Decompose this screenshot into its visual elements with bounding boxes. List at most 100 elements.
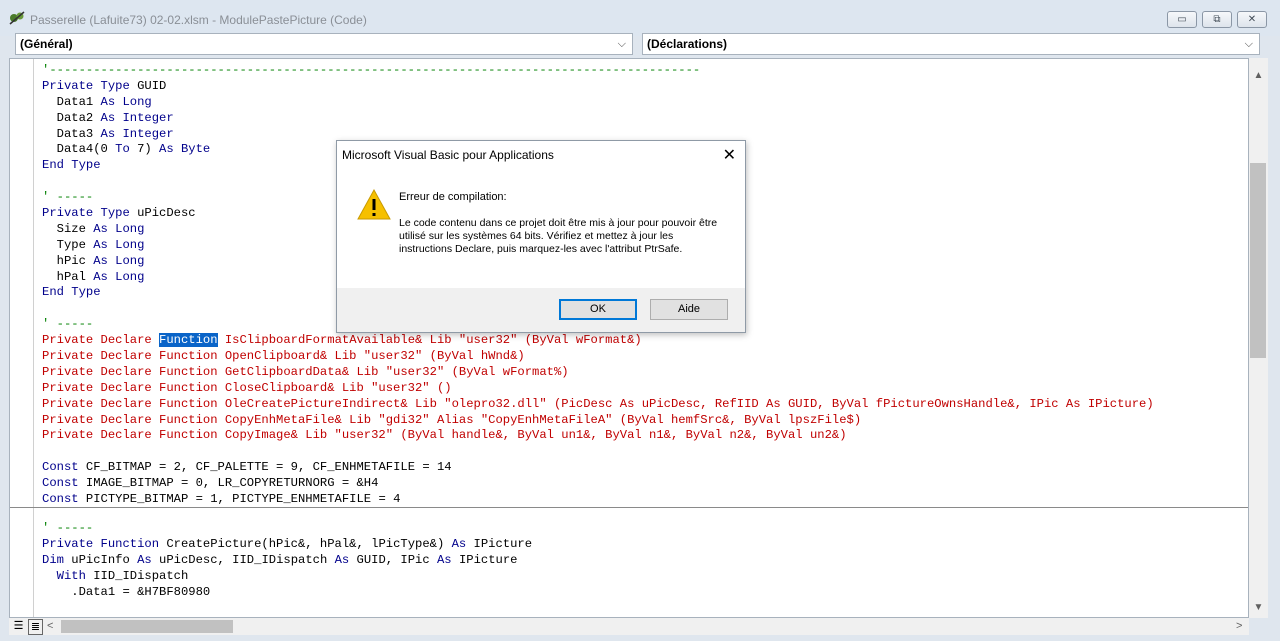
code-token: ' -----	[42, 521, 94, 535]
object-combo[interactable]: (Général) ⌵	[15, 33, 633, 55]
vertical-scroll-thumb[interactable]	[1250, 163, 1266, 358]
code-token: As Long	[93, 221, 145, 236]
code-token: CF_BITMAP = 2, CF_PALETTE = 9, CF_ENHMET…	[85, 460, 452, 475]
dialog-heading: Erreur de compilation:	[399, 191, 507, 203]
code-line[interactable]: Private Declare Function CopyImage& Lib …	[42, 428, 1154, 444]
full-module-view-icon[interactable]: ≣	[28, 619, 43, 635]
code-token: Size	[42, 221, 94, 236]
scroll-down-icon[interactable]: ▼	[1249, 600, 1268, 616]
code-token: PICTYPE_BITMAP = 1, PICTYPE_ENHMETAFILE …	[85, 492, 401, 507]
code-pane-bottom[interactable]: ' ----- Private Function CreatePicture(hP…	[42, 521, 532, 600]
warning-icon	[357, 189, 391, 220]
code-token: As	[436, 552, 459, 567]
code-line[interactable]: Private Function CreatePicture(hPic&, hP…	[42, 537, 532, 553]
code-token: As	[451, 536, 474, 551]
horizontal-scrollbar[interactable]: ☰ ≣ < >	[9, 618, 1249, 635]
code-line[interactable]: Dim uPicInfo As uPicDesc, IID_IDispatch …	[42, 553, 532, 569]
code-token: As Byte	[159, 142, 211, 157]
code-token: Data2	[42, 110, 101, 125]
code-token: Private Declare Function OpenClipboard& …	[42, 349, 525, 364]
code-token: As Integer	[100, 126, 174, 141]
ok-button[interactable]: OK	[559, 299, 637, 320]
code-token: Data4(0	[42, 142, 116, 157]
procedure-combo-value: (Déclarations)	[647, 37, 728, 51]
code-token: Private Declare Function GetClipboardDat…	[42, 364, 569, 379]
margin-indicator-bar[interactable]	[10, 59, 34, 617]
split-bar[interactable]	[10, 507, 1248, 508]
code-token: IsClipboardFormatAvailable& Lib "user32"…	[217, 333, 642, 348]
code-token: ' -----	[42, 317, 94, 332]
dialog-message: Le code contenu dans ce projet doit être…	[399, 217, 718, 255]
code-token: To	[115, 142, 130, 157]
code-line[interactable]: Private Declare Function OpenClipboard& …	[42, 349, 1154, 365]
close-icon[interactable]: ✕	[723, 145, 736, 165]
code-token: Const	[42, 460, 86, 475]
title-bar: Passerelle (Lafuite73) 02-02.xlsm - Modu…	[0, 0, 1280, 36]
code-line[interactable]: Data2 As Integer	[42, 111, 1154, 127]
code-line[interactable]: '---------------------------------------…	[42, 63, 1154, 79]
maximize-button[interactable]: ⧉	[1202, 11, 1232, 28]
window-title: Passerelle (Lafuite73) 02-02.xlsm - Modu…	[30, 13, 367, 27]
code-line[interactable]: Private Declare Function IsClipboardForm…	[42, 333, 1154, 349]
code-token: Const	[42, 492, 86, 507]
scroll-right-icon[interactable]: >	[1236, 618, 1242, 635]
code-line[interactable]: Const CF_BITMAP = 2, CF_PALETTE = 9, CF_…	[42, 460, 1154, 476]
procedure-view-icon[interactable]: ☰	[12, 619, 25, 633]
code-line[interactable]: Const IMAGE_BITMAP = 0, LR_COPYRETURNORG…	[42, 476, 1154, 492]
procedure-combo[interactable]: (Déclarations) ⌵	[642, 33, 1260, 55]
code-line[interactable]: ' -----	[42, 521, 532, 537]
code-line[interactable]: Const PICTYPE_BITMAP = 1, PICTYPE_ENHMET…	[42, 492, 1154, 508]
code-token: With	[42, 568, 94, 583]
code-token: GUID, IPic	[356, 552, 437, 567]
code-token: As Integer	[100, 110, 174, 125]
code-token: uPicDesc	[137, 206, 196, 221]
horizontal-scroll-thumb[interactable]	[61, 620, 233, 633]
code-token: .Data1 = &H7BF80980	[42, 584, 211, 599]
code-line[interactable]: With IID_IDispatch	[42, 569, 532, 585]
scroll-left-icon[interactable]: <	[47, 618, 53, 635]
code-token: Data1	[42, 94, 101, 109]
code-token: CreatePicture(hPic&, hPal&, lPicType&)	[166, 536, 452, 551]
code-token: As Long	[93, 237, 145, 252]
code-token: uPicInfo	[71, 552, 138, 567]
code-token: Function	[159, 333, 218, 348]
code-token: Private Type	[42, 78, 138, 93]
code-token: End Type	[42, 285, 101, 300]
code-token: '---------------------------------------…	[42, 63, 701, 77]
vba-icon	[9, 11, 25, 25]
code-token: Private Declare Function CopyImage& Lib …	[42, 428, 847, 443]
code-line[interactable]: .Data1 = &H7BF80980	[42, 585, 532, 601]
object-combo-value: (Général)	[20, 37, 73, 51]
code-token: uPicDesc, IID_IDispatch	[159, 552, 335, 567]
code-token: IPicture	[458, 552, 518, 567]
code-token: 7)	[129, 142, 160, 157]
code-line[interactable]: Private Declare Function OleCreatePictur…	[42, 397, 1154, 413]
code-line[interactable]	[42, 444, 1154, 460]
error-dialog: Microsoft Visual Basic pour Applications…	[336, 140, 746, 333]
code-token: IPicture	[473, 536, 533, 551]
scroll-up-icon[interactable]: ▲	[1249, 68, 1268, 84]
code-line[interactable]: Private Type GUID	[42, 79, 1154, 95]
code-token: IID_IDispatch	[93, 568, 189, 583]
vertical-scrollbar[interactable]: ▲ ▼	[1249, 58, 1268, 618]
code-line[interactable]: Private Declare Function GetClipboardDat…	[42, 365, 1154, 381]
dialog-title: Microsoft Visual Basic pour Applications	[342, 148, 554, 162]
code-token: IMAGE_BITMAP = 0, LR_COPYRETURNORG = &H4	[85, 476, 379, 491]
code-token: Private Declare Function CopyEnhMetaFile…	[42, 412, 862, 427]
code-token: Private Declare	[42, 333, 160, 348]
code-token: Private Function	[42, 536, 167, 551]
code-token: hPal	[42, 269, 94, 284]
code-line[interactable]: Private Declare Function CopyEnhMetaFile…	[42, 413, 1154, 429]
code-token: hPic	[42, 253, 94, 268]
code-token: As Long	[100, 94, 152, 109]
code-token: As Long	[93, 269, 145, 284]
code-token: Private Declare Function CloseClipboard&…	[42, 380, 452, 395]
code-line[interactable]: Private Declare Function CloseClipboard&…	[42, 381, 1154, 397]
minimize-button[interactable]: ▭	[1167, 11, 1197, 28]
help-button[interactable]: Aide	[650, 299, 728, 320]
code-line[interactable]: Data1 As Long	[42, 95, 1154, 111]
close-button[interactable]: ✕	[1237, 11, 1267, 28]
code-token: As Long	[93, 253, 145, 268]
code-token: As	[137, 552, 160, 567]
code-token: Dim	[42, 552, 72, 567]
